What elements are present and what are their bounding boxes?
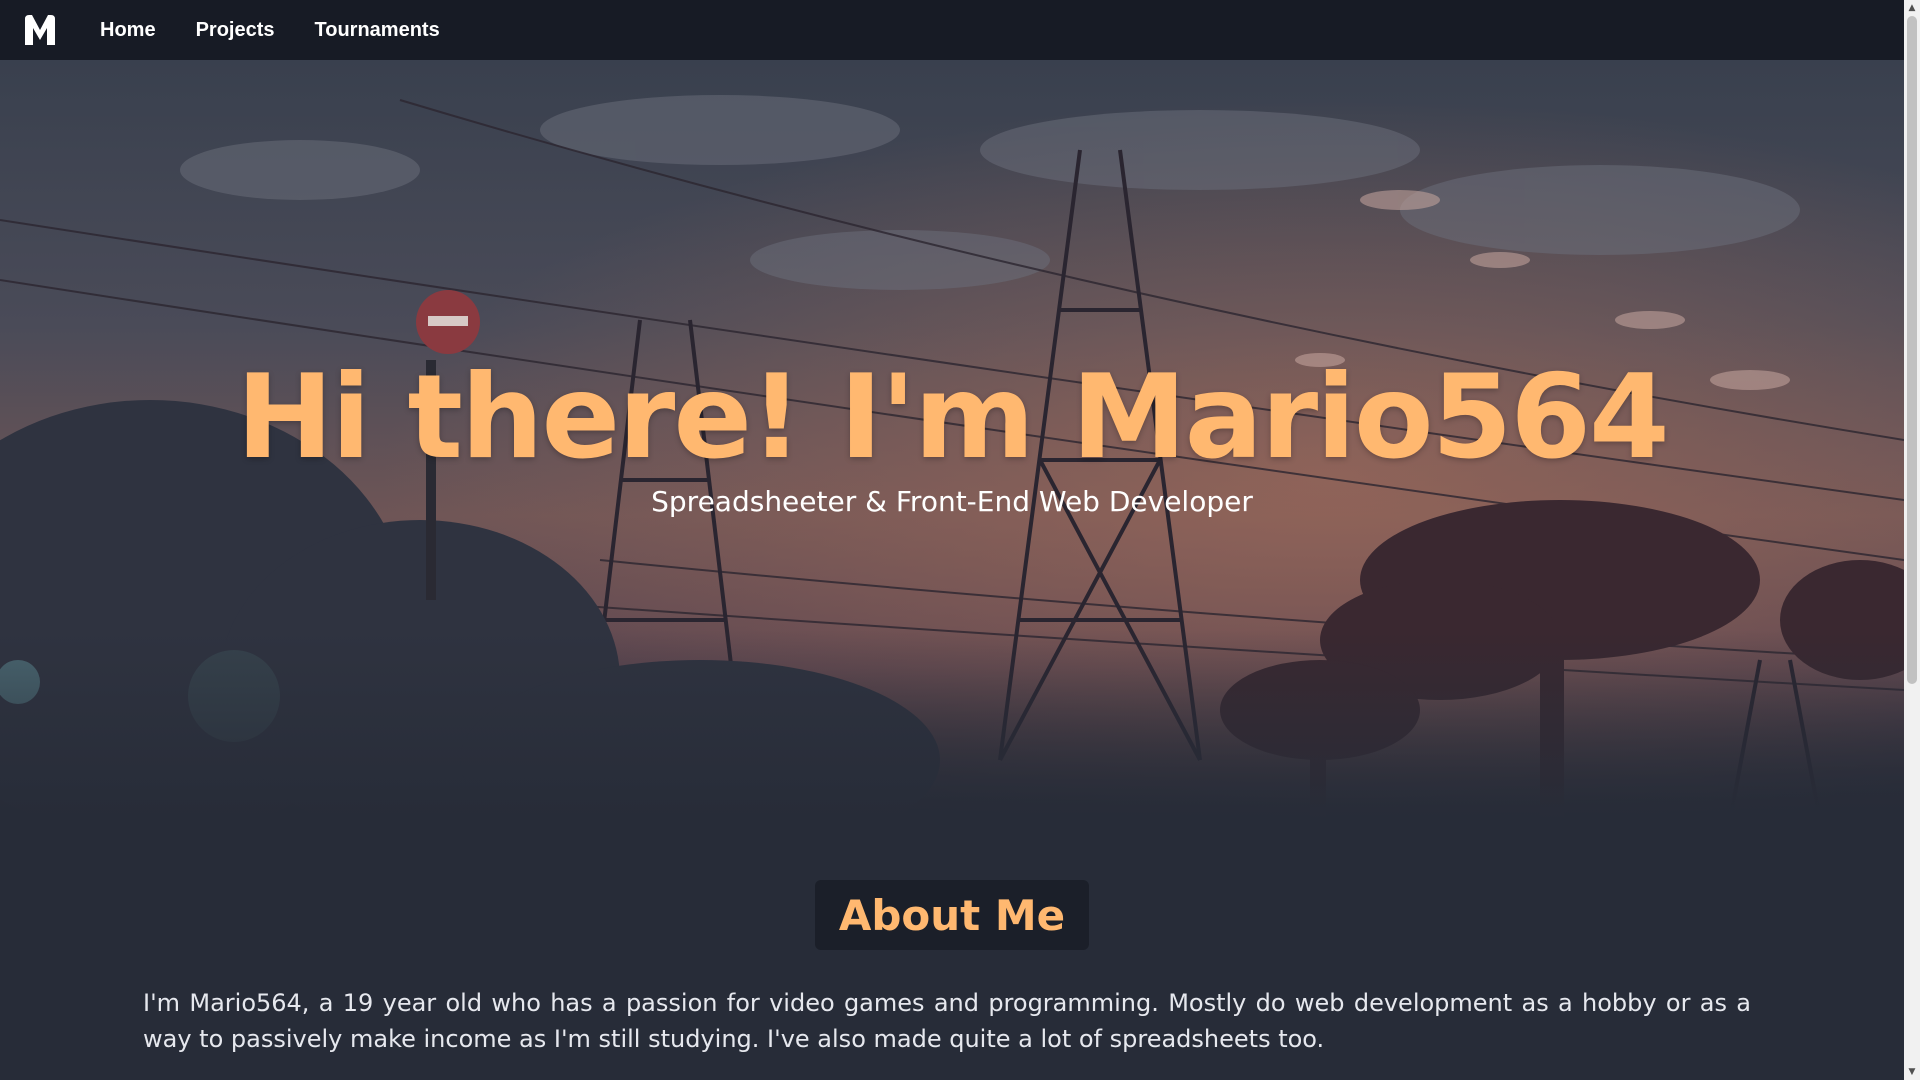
chevron-up-icon[interactable]: ▲ xyxy=(1904,0,1920,16)
about-text: I'm Mario564, a 19 year old who has a pa… xyxy=(143,989,1751,1053)
about-heading: About Me xyxy=(815,880,1089,950)
chevron-down-icon[interactable]: ▼ xyxy=(1904,1064,1920,1080)
scrollbar-thumb[interactable] xyxy=(1907,16,1917,684)
hero-section: Hi there! I'm Mario564 Spreadsheeter & F… xyxy=(0,60,1904,820)
scrollbar[interactable]: ▲ ▼ xyxy=(1904,0,1920,1080)
about-section: About Me xyxy=(0,880,1904,950)
navbar: Home Projects Tournaments xyxy=(0,0,1904,60)
hero-title: Hi there! I'm Mario564 xyxy=(236,350,1670,485)
m-logo-icon[interactable] xyxy=(20,10,60,50)
hero-subtitle: Spreadsheeter & Front-End Web Developer xyxy=(651,485,1253,518)
nav-link-home[interactable]: Home xyxy=(100,19,156,42)
nav-link-tournaments[interactable]: Tournaments xyxy=(315,19,440,42)
nav-link-projects[interactable]: Projects xyxy=(196,19,275,42)
